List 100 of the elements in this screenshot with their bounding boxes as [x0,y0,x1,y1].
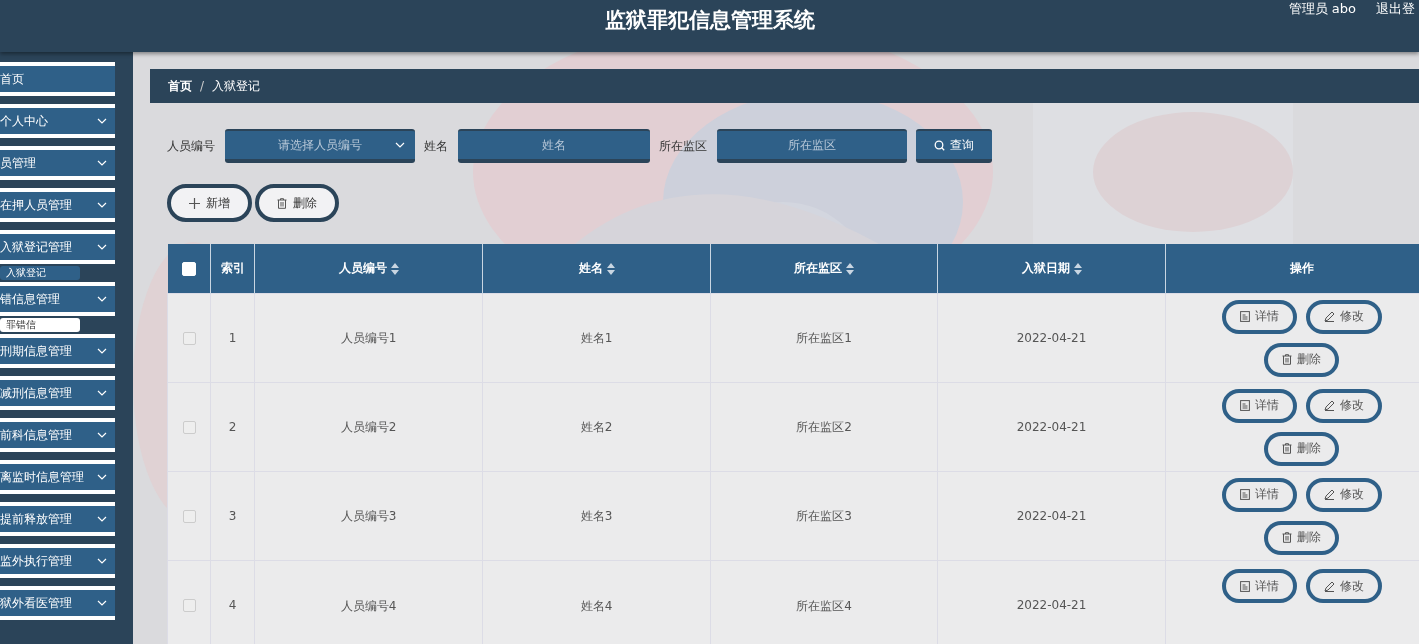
table-cell: 2 [228,420,237,434]
trash-icon [1282,443,1292,454]
column-header[interactable]: 入狱日期 [1021,261,1070,275]
sidebar-item[interactable]: 离监时信息管理 [0,460,115,494]
table-cell: 3 [228,509,237,523]
field-label: 所在监区 [659,137,707,155]
sidebar-item[interactable]: 在押人员管理 [0,188,115,222]
chevron-down-icon [97,160,107,166]
row-checkbox[interactable] [182,599,196,612]
sidebar-item[interactable]: 个人中心 [0,104,115,138]
edit-button[interactable]: 修改 [1305,569,1382,603]
submenu-item[interactable]: 罪错信 [0,318,80,332]
table-cell: 姓名4 [580,599,613,613]
breadcrumb-separator: / [200,79,205,93]
sidebar-item[interactable]: 首页 [0,62,115,96]
sidebar-item[interactable]: 监外执行管理 [0,544,115,578]
chevron-down-icon [97,118,107,124]
chevron-down-icon [97,244,107,250]
column-header[interactable]: 姓名 [578,261,603,275]
row-checkbox[interactable] [182,421,196,434]
details-button[interactable]: 详情 [1221,388,1297,423]
column-header: 操作 [1289,261,1314,275]
edit-button[interactable]: 修改 [1305,388,1382,423]
chevron-down-icon [97,348,107,354]
column-header: 索引 [220,261,245,275]
table-cell: 2022-04-21 [1016,331,1087,345]
edit-button[interactable]: 修改 [1305,477,1382,512]
sidebar-item[interactable]: 员管理 [0,146,115,180]
sort-icon[interactable] [390,262,399,275]
delete-button[interactable]: 删除 [1264,520,1339,555]
input-field[interactable]: 姓名 [458,129,650,163]
select-field[interactable]: 请选择人员编号 [225,129,415,163]
edit-button[interactable]: 修改 [1305,299,1382,334]
table-cell: 1 [228,331,237,345]
table-cell: 所在监区2 [796,419,852,434]
table-cell: 2022-04-21 [1016,598,1087,612]
sidebar-item[interactable]: 狱外看医管理 [0,586,115,620]
row-checkbox[interactable] [182,332,196,345]
column-header[interactable]: 人员编号 [338,261,387,275]
breadcrumb-item[interactable]: 首页 [168,77,192,95]
document-icon [1239,400,1250,411]
trash-icon [1282,354,1292,365]
table-cell: 人员编号2 [340,419,397,434]
pencil-icon [1323,311,1335,322]
chevron-down-icon [97,202,107,208]
document-icon [1239,489,1250,500]
table-cell: 人员编号3 [340,508,397,523]
trash-icon [277,197,287,209]
details-button[interactable]: 详情 [1221,569,1297,603]
table-cell: 所在监区3 [796,508,852,523]
sidebar-item[interactable]: 入狱登记管理 [0,230,115,264]
sidebar-item[interactable]: 前科信息管理 [0,418,115,452]
chevron-down-icon [97,600,107,606]
chevron-down-icon [97,390,107,396]
table-cell: 2022-04-21 [1016,420,1087,434]
pencil-icon [1323,400,1335,411]
trash-icon [1282,532,1292,543]
table-cell: 所在监区4 [796,599,852,613]
table-cell: 人员编号1 [340,330,397,345]
sort-icon[interactable] [606,262,615,275]
sidebar-item[interactable]: 减刑信息管理 [0,376,115,410]
column-header[interactable]: 所在监区 [794,261,842,275]
details-button[interactable]: 详情 [1221,299,1297,334]
submenu-item[interactable]: 入狱登记 [0,266,80,280]
user-name: 管理员 abo [1288,0,1356,18]
details-button[interactable]: 详情 [1221,477,1297,512]
table-cell: 姓名3 [580,508,613,523]
select-all-checkbox[interactable] [181,261,196,276]
table-cell: 所在监区1 [796,330,852,345]
sidebar-item[interactable]: 错信息管理 [0,282,115,316]
table-cell: 人员编号4 [340,599,397,613]
table-cell: 4 [228,598,237,612]
app-title: 监狱罪犯信息管理系统 [604,8,815,32]
add-button[interactable]: 新增 [167,184,252,222]
sidebar-item[interactable]: 提前释放管理 [0,502,115,536]
chevron-down-icon [97,558,107,564]
document-icon [1239,311,1250,322]
sort-icon[interactable] [1073,262,1082,275]
chevron-down-icon [395,142,405,148]
search-button[interactable]: 查询 [916,129,992,163]
search-icon [934,139,945,151]
field-label: 姓名 [424,137,448,155]
input-field[interactable]: 所在监区 [717,129,907,163]
sort-icon[interactable] [846,262,854,275]
table-cell: 姓名1 [580,330,613,345]
delete-button[interactable]: 删除 [1264,342,1339,377]
chevron-down-icon [97,474,107,480]
chevron-down-icon [97,296,107,302]
row-checkbox[interactable] [182,510,196,523]
pencil-icon [1323,580,1335,592]
logout-link[interactable]: 退出登 [1376,0,1415,18]
delete-button[interactable]: 删除 [1264,431,1339,466]
pencil-icon [1323,489,1335,500]
sidebar-item[interactable]: 刑期信息管理 [0,334,115,368]
chevron-down-icon [97,516,107,522]
document-icon [1239,580,1250,592]
plus-icon [189,197,200,209]
chevron-down-icon [97,432,107,438]
delete-button[interactable]: 删除 [255,184,339,222]
field-label: 人员编号 [167,137,215,155]
